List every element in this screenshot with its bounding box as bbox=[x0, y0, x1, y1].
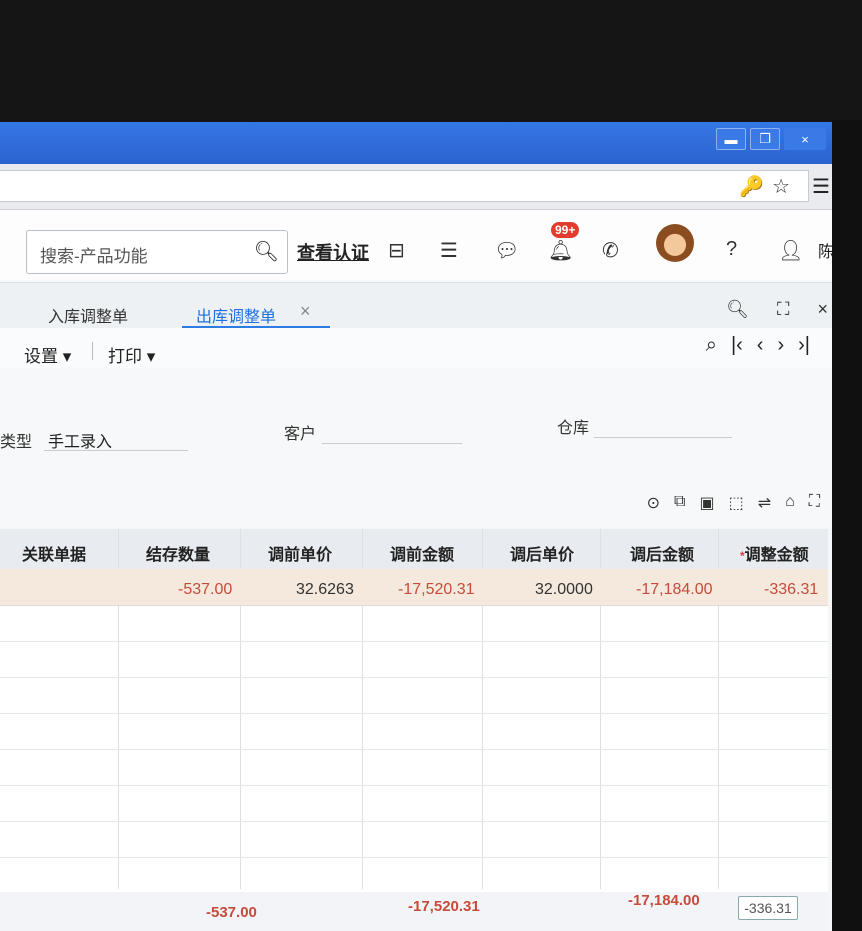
type-label: 类型 bbox=[0, 434, 33, 451]
column-header[interactable]: *调整金额 bbox=[740, 541, 809, 565]
toolbar-divider bbox=[92, 342, 93, 360]
browser-address-bar: 🔑 ☆ ☰ bbox=[0, 164, 840, 210]
window-title-bar: ▬ ❐ × bbox=[0, 122, 840, 164]
table-row[interactable]: -537.00 32.6263 -17,520.31 32.0000 -17,1… bbox=[0, 569, 828, 606]
type-field[interactable]: 手工录入 bbox=[48, 428, 112, 452]
row-divider bbox=[0, 641, 828, 642]
row-divider bbox=[0, 749, 828, 750]
toolbar: 设置 ▾ 打印 ▾ ⌕ |‹ ‹ › ›| bbox=[0, 328, 840, 369]
copy-row-icon[interactable]: ⧉ bbox=[674, 493, 685, 513]
monitor-bezel-top bbox=[0, 0, 862, 130]
form-area: 类型 手工录入 客户 仓库 ⊙ ⧉ ▣ ⬚ ⇌ ⌂ ⛶ bbox=[0, 368, 840, 528]
search-input[interactable]: 搜索-产品功能 🔍︎ bbox=[26, 230, 288, 274]
total-post-amount: -17,184.00 bbox=[628, 892, 700, 909]
column-header[interactable]: 调后单价 bbox=[510, 541, 574, 565]
print-menu[interactable]: 打印 ▾ bbox=[108, 342, 155, 367]
calculator-icon[interactable]: ⊟ bbox=[388, 238, 405, 263]
totals-bar: -537.00 -17,520.31 -17,184.00 -336.31 bbox=[0, 892, 828, 931]
monitor-bezel-right bbox=[832, 120, 862, 931]
tab-inbound-adjustment[interactable]: 入库调整单 bbox=[48, 303, 128, 327]
restore-button[interactable]: ❐ bbox=[750, 128, 780, 150]
first-record-icon[interactable]: |‹ bbox=[731, 334, 743, 357]
checklist-icon[interactable]: ☰ bbox=[440, 238, 458, 263]
warehouse-label: 仓库 bbox=[557, 420, 590, 437]
pre-amount-cell[interactable]: -17,520.31 bbox=[398, 581, 475, 599]
total-adj-amount[interactable]: -336.31 bbox=[738, 896, 798, 920]
print-label: 打印 bbox=[108, 347, 142, 366]
user-icon[interactable]: 👤︎ bbox=[778, 238, 803, 263]
stock-qty-cell[interactable]: -537.00 bbox=[178, 581, 232, 599]
close-window-button[interactable]: × bbox=[784, 128, 826, 150]
customer-field-underline bbox=[322, 443, 462, 444]
column-header[interactable]: 调前金额 bbox=[390, 541, 454, 565]
search-icon[interactable]: 🔍︎ bbox=[254, 239, 279, 264]
tabs-bar: 入库调整单 出库调整单 × 🔍︎ ⛶ × bbox=[0, 282, 840, 329]
warehouse-icon[interactable]: ⌂ bbox=[785, 493, 795, 513]
post-amount-cell[interactable]: -17,184.00 bbox=[636, 581, 713, 599]
column-header[interactable]: 结存数量 bbox=[146, 541, 210, 565]
next-record-icon[interactable]: › bbox=[777, 334, 784, 357]
expand-grid-icon[interactable]: ⛶ bbox=[809, 493, 820, 513]
column-header[interactable]: 关联单据 bbox=[22, 541, 86, 565]
search-placeholder: 搜索-产品功能 bbox=[40, 247, 148, 266]
pre-price-cell[interactable]: 32.6263 bbox=[296, 581, 354, 599]
key-icon[interactable]: 🔑 bbox=[739, 174, 764, 199]
total-stock-qty: -537.00 bbox=[206, 904, 257, 921]
data-table: 关联单据 结存数量 调前单价 调前金额 调后单价 调后金额 *调整金额 -537… bbox=[0, 529, 828, 931]
notification-badge: 99+ bbox=[551, 222, 580, 238]
total-pre-amount: -17,520.31 bbox=[408, 898, 480, 915]
customer-label: 客户 bbox=[284, 426, 317, 443]
address-field[interactable] bbox=[0, 170, 809, 202]
row-divider bbox=[0, 785, 828, 786]
minimize-button[interactable]: ▬ bbox=[716, 128, 746, 150]
table-header: 关联单据 结存数量 调前单价 调前金额 调后单价 调后金额 *调整金额 bbox=[0, 529, 828, 570]
settings-menu[interactable]: 设置 ▾ bbox=[24, 342, 71, 367]
location-icon[interactable]: ⊙ bbox=[647, 493, 660, 513]
row-divider bbox=[0, 857, 828, 858]
close-tab-icon[interactable]: × bbox=[300, 301, 311, 322]
warehouse-field-underline bbox=[594, 437, 732, 438]
last-record-icon[interactable]: ›| bbox=[798, 334, 810, 357]
bookmark-star-icon[interactable]: ☆ bbox=[772, 174, 790, 199]
column-header-label: 调整金额 bbox=[744, 547, 809, 564]
tab-outbound-adjustment[interactable]: 出库调整单 bbox=[196, 303, 276, 327]
post-price-cell[interactable]: 32.0000 bbox=[535, 581, 593, 599]
bell-icon[interactable]: 🔔︎ bbox=[548, 238, 573, 263]
view-certification-link[interactable]: 查看认证 bbox=[297, 239, 369, 265]
column-header[interactable]: 调前单价 bbox=[268, 541, 332, 565]
filter-icon[interactable]: ⇌ bbox=[758, 493, 771, 513]
phone-icon[interactable]: ✆ bbox=[602, 238, 619, 263]
search-icon[interactable]: 🔍︎ bbox=[726, 299, 749, 320]
import-icon[interactable]: ⬚ bbox=[729, 493, 744, 513]
browser-menu-icon[interactable]: ☰ bbox=[812, 174, 830, 199]
screen: ▬ ❐ × 🔑 ☆ ☰ 搜索-产品功能 🔍︎ 查看认证 ⊟ ☰ 💬︎ 🔔︎ 99… bbox=[0, 122, 840, 931]
fullscreen-icon[interactable]: ⛶ bbox=[777, 299, 790, 320]
paste-icon[interactable]: ▣ bbox=[699, 493, 714, 513]
row-divider bbox=[0, 821, 828, 822]
help-icon[interactable]: ? bbox=[726, 238, 737, 261]
row-divider bbox=[0, 713, 828, 714]
row-divider bbox=[0, 677, 828, 678]
app-header: 搜索-产品功能 🔍︎ 查看认证 ⊟ ☰ 💬︎ 🔔︎ 99+ ✆ ? 👤︎ 陈 bbox=[0, 210, 840, 280]
chevron-down-icon: ▾ bbox=[142, 347, 156, 366]
previous-record-icon[interactable]: ‹ bbox=[757, 334, 764, 357]
document-search-icon[interactable]: ⌕ bbox=[706, 334, 717, 357]
close-icon[interactable]: × bbox=[817, 299, 828, 320]
message-icon[interactable]: 💬︎ bbox=[494, 238, 519, 263]
settings-label: 设置 bbox=[24, 347, 58, 366]
avatar[interactable] bbox=[656, 224, 694, 262]
chevron-down-icon: ▾ bbox=[58, 347, 72, 366]
type-field-underline bbox=[44, 450, 188, 451]
column-header[interactable]: 调后金额 bbox=[630, 541, 694, 565]
adj-amount-cell[interactable]: -336.31 bbox=[764, 581, 818, 599]
